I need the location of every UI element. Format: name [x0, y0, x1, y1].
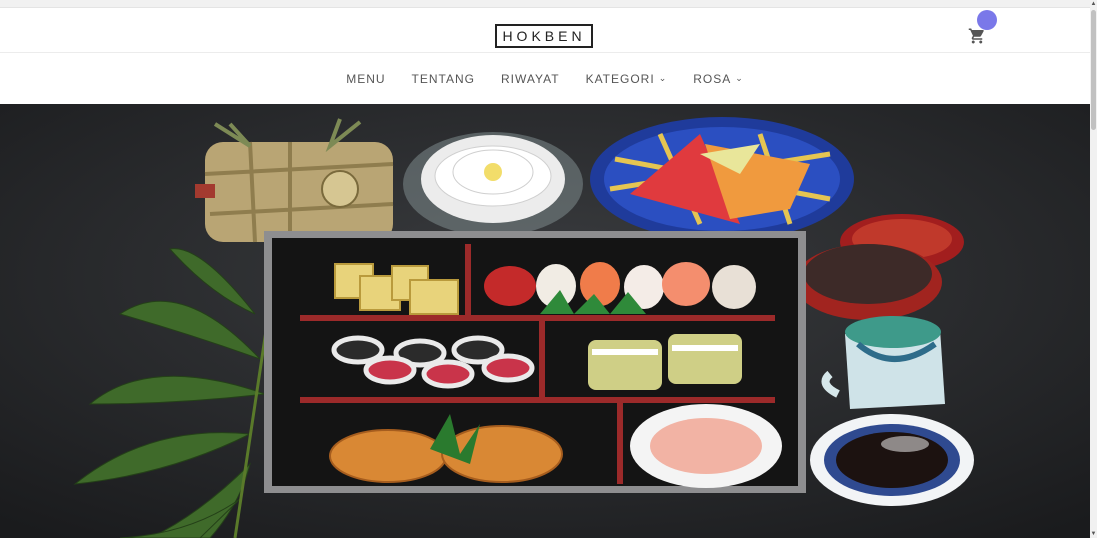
nav-item-label: KATEGORI	[585, 71, 655, 86]
scroll-thumb[interactable]	[1091, 10, 1096, 130]
scrollbar[interactable]: ▲ ▼	[1090, 0, 1097, 538]
browser-top-strip	[0, 0, 1097, 8]
nav-item-label: ROSA	[693, 71, 732, 86]
chevron-down-icon: ⌄	[735, 73, 744, 83]
scroll-down-arrow[interactable]: ▼	[1090, 530, 1097, 538]
cart-badge[interactable]	[977, 10, 997, 30]
chevron-down-icon: ⌄	[658, 73, 668, 83]
site-logo[interactable]: HOKBEN	[495, 24, 593, 48]
site-header: HOKBEN	[0, 8, 1090, 53]
bento-hero-image	[0, 104, 1090, 538]
nav-item-tentang[interactable]: TENTANG	[412, 72, 475, 86]
nav-item-label: TENTANG	[411, 71, 475, 86]
hero-banner	[0, 104, 1090, 538]
cart-icon[interactable]	[968, 27, 986, 45]
nav-item-rosa[interactable]: ROSA ⌄	[693, 72, 744, 86]
nav-item-label: RIWAYAT	[501, 71, 560, 86]
nav-item-kategori[interactable]: KATEGORI ⌄	[586, 72, 668, 86]
scroll-up-arrow[interactable]: ▲	[1090, 0, 1097, 8]
main-nav: MENU TENTANG RIWAYAT KATEGORI ⌄ ROSA ⌄	[0, 53, 1090, 104]
nav-item-label: MENU	[346, 71, 386, 86]
nav-item-menu[interactable]: MENU	[346, 72, 385, 86]
nav-item-riwayat[interactable]: RIWAYAT	[501, 72, 560, 86]
